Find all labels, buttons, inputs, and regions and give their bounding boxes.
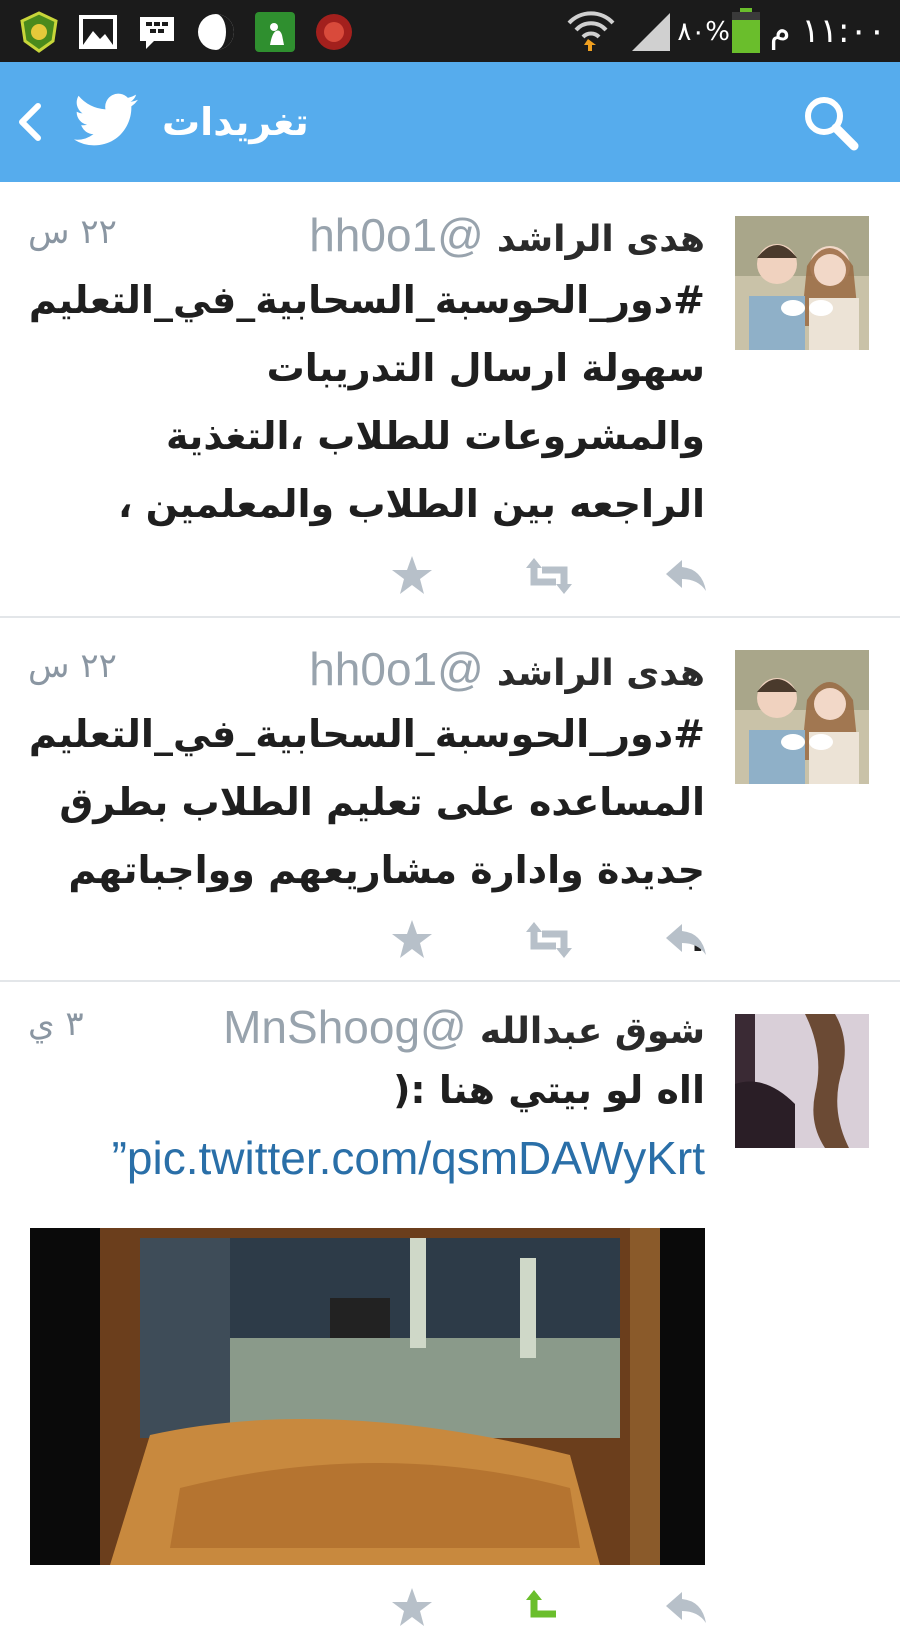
tweet-time: ٢٢ س (28, 646, 117, 686)
author-name[interactable]: هدى الراشد (497, 219, 705, 260)
favorite-icon[interactable] (390, 918, 434, 962)
author-handle[interactable]: @MnShoog (223, 1001, 467, 1053)
favorite-icon[interactable] (390, 1586, 434, 1630)
tweet-header: هدى الراشد @hh0o1 (309, 642, 705, 696)
avatar[interactable] (735, 1014, 869, 1148)
tweet-text: ااه لو بيتي هنا :( pic.twitter.com/qsmDA… (45, 1056, 705, 1195)
clock: ١١:٠٠ م (769, 11, 886, 51)
reply-icon[interactable] (664, 1586, 708, 1630)
retweet-icon[interactable] (524, 918, 574, 962)
tweet-header: هدى الراشد @hh0o1 (309, 208, 705, 262)
tweet-actions (390, 1586, 710, 1630)
reply-icon[interactable] (664, 554, 708, 598)
retweet-icon[interactable] (524, 554, 574, 598)
page-title: تغريدات (162, 100, 309, 144)
twitter-bird-icon (74, 93, 138, 146)
tweet[interactable]: هدى الراشد @hh0o1 ٢٢ س #دور_الحوسبة_السح… (0, 182, 900, 618)
islamic-app-icon (316, 14, 352, 50)
tweet-actions (390, 918, 710, 962)
tweet-header: شوق عبدالله @MnShoog (223, 1000, 705, 1054)
tweet-link[interactable]: pic.twitter.com/qsmDAWyKrt” (112, 1132, 705, 1184)
favorite-icon[interactable] (390, 554, 434, 598)
gallery-icon (79, 15, 117, 49)
battery-icon (732, 8, 760, 53)
search-icon[interactable] (800, 92, 860, 152)
tweet[interactable]: هدى الراشد @hh0o1 ٢٢ س #دور_الحوسبة_السح… (0, 616, 900, 982)
reply-icon[interactable] (664, 918, 708, 962)
author-name[interactable]: هدى الراشد (497, 653, 705, 694)
moon-icon (198, 14, 234, 50)
tweet-text-body: ااه لو بيتي هنا :( (393, 1068, 705, 1112)
tweet-actions (390, 554, 710, 598)
author-name[interactable]: شوق عبدالله (480, 1011, 705, 1052)
author-handle[interactable]: @hh0o1 (309, 643, 484, 695)
tweet-media-image[interactable] (30, 1228, 705, 1565)
wifi-icon (567, 11, 615, 51)
app-shield-icon (20, 11, 58, 53)
avatar[interactable] (735, 650, 869, 784)
back-chevron-icon[interactable] (16, 102, 44, 142)
tweet-time: ٢٢ س (28, 212, 117, 252)
app-bar: تغريدات (0, 62, 900, 182)
retweet-icon[interactable] (524, 1586, 574, 1630)
status-bar: ٨٠% ١١:٠٠ م (0, 0, 900, 62)
bbm-icon (140, 17, 174, 49)
battery-percent: ٨٠% (677, 17, 730, 47)
tweet-text: #دور_الحوسبة_السحابية_في_التعليم سهولة ا… (28, 278, 705, 526)
author-handle[interactable]: @hh0o1 (309, 209, 484, 261)
avatar[interactable] (735, 216, 869, 350)
tweet-time: ٣ ي (28, 1004, 84, 1044)
prayer-app-icon (255, 12, 295, 52)
signal-icon (632, 13, 670, 51)
